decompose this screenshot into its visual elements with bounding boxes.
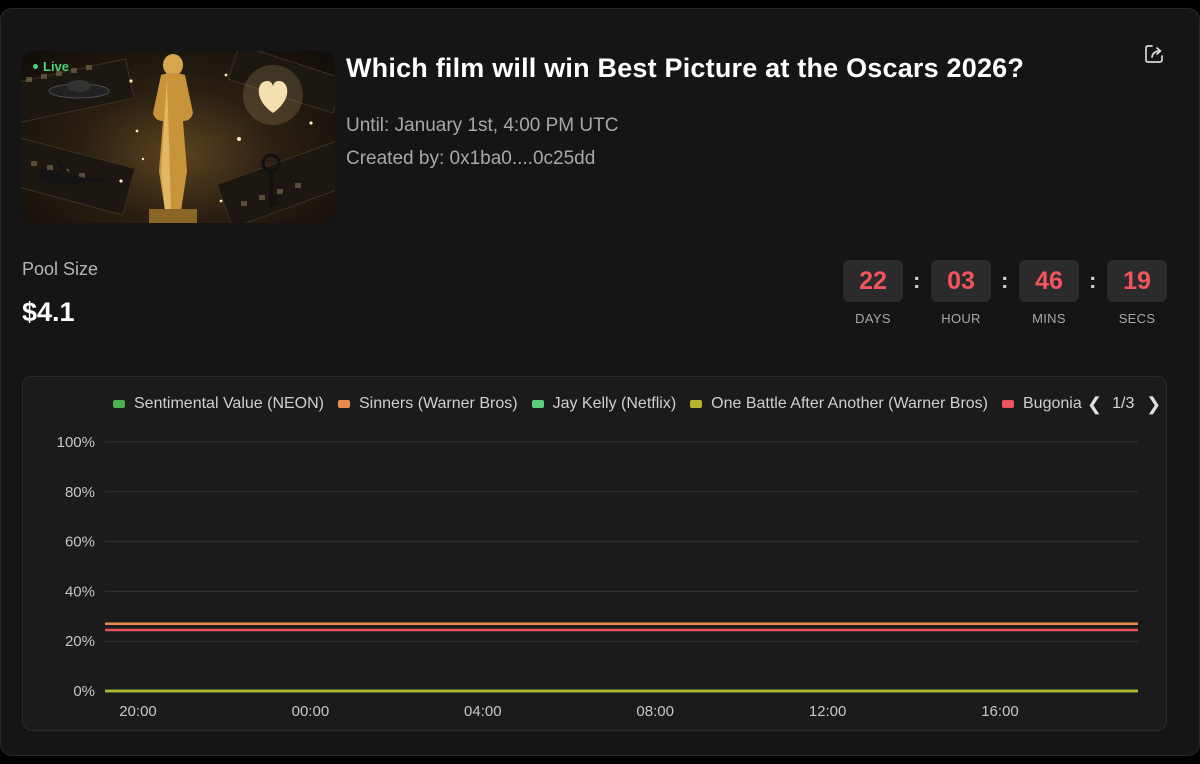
legend-item[interactable]: Sentimental Value (NEON) [113,393,324,415]
legend-swatch [1002,400,1014,408]
legend-label: One Battle After Another (Warner Bros) [711,395,988,412]
x-tick-label: 00:00 [292,703,330,720]
countdown-mins: 46 MINS [1019,260,1079,326]
countdown-mins-value: 46 [1019,260,1079,302]
live-status-label: Live [43,59,70,74]
legend-item[interactable]: Sinners (Warner Bros) [338,393,518,415]
x-tick-label: 04:00 [464,703,502,720]
market-thumbnail[interactable]: Live [21,51,335,223]
legend-swatch [338,400,350,408]
chart-legend: Sentimental Value (NEON) Sinners (Warner … [113,393,1089,415]
y-tick-label: 100% [57,434,95,451]
legend-label: Sentimental Value (NEON) [134,395,324,412]
countdown-timer: 22 DAYS : 03 HOUR : 46 MINS : 19 SECS [843,260,1167,330]
countdown-separator: : [913,268,921,293]
chevron-left-icon[interactable]: ❮ [1087,394,1102,415]
market-title: Which film will win Best Picture at the … [346,53,1025,83]
legend-item[interactable]: One Battle After Another (Warner Bros) [690,393,988,415]
legend-item[interactable]: Bugonia [1002,393,1082,415]
x-tick-label: 08:00 [636,703,674,720]
countdown-hours-label: HOUR [941,311,981,326]
share-icon [1145,45,1163,63]
pool-size-value: $4.1 [22,297,75,327]
countdown-mins-label: MINS [1032,311,1066,326]
pool-size-label: Pool Size [22,259,99,279]
legend-label: Bugonia [1023,395,1082,412]
x-tick-label: 12:00 [809,703,847,720]
live-status-badge: Live [33,59,69,74]
legend-page-indicator: 1/3 [1112,395,1135,412]
y-tick-label: 40% [65,583,95,600]
legend-swatch [113,400,125,408]
countdown-hours: 03 HOUR [931,260,991,326]
countdown-secs-label: SECS [1118,311,1156,326]
countdown-days-label: DAYS [855,311,891,326]
probability-line-chart: 0% 20% 40% 60% 80% 100% 20:00 00:00 04:00 08:00 12… [57,434,1138,720]
probability-chart-panel: 0% 20% 40% 60% 80% 100% 20:00 00:00 04:00 08:00 12… [22,376,1167,731]
share-button[interactable] [1143,43,1165,65]
legend-item[interactable]: Jay Kelly (Netflix) [531,393,677,415]
market-creator[interactable]: Created by: 0x1ba0....0c25dd [346,148,595,170]
countdown-separator: : [1001,268,1009,293]
x-tick-label: 20:00 [119,703,157,720]
live-dot-icon [33,64,38,69]
y-tick-label: 60% [65,534,95,551]
market-card: Live Which film will win Best Picture at… [0,8,1200,756]
legend-swatch [690,400,703,408]
countdown-days: 22 DAYS [843,260,903,326]
countdown-hours-value: 03 [931,260,991,302]
legend-pager: ❮ 1/3 ❯ [1087,391,1166,417]
x-tick-label: 16:00 [981,703,1019,720]
chevron-right-icon[interactable]: ❯ [1146,394,1161,415]
market-deadline: Until: January 1st, 4:00 PM UTC [346,115,619,136]
oscar-artwork [21,51,335,223]
y-tick-label: 80% [65,484,95,501]
legend-label: Sinners (Warner Bros) [359,395,518,412]
legend-label: Jay Kelly (Netflix) [552,395,677,412]
countdown-days-value: 22 [843,260,903,302]
legend-swatch [531,400,544,408]
countdown-secs: 19 SECS [1107,260,1167,326]
y-tick-label: 0% [73,683,95,700]
countdown-secs-value: 19 [1107,260,1167,302]
y-tick-label: 20% [65,633,95,650]
countdown-separator: : [1089,268,1097,293]
